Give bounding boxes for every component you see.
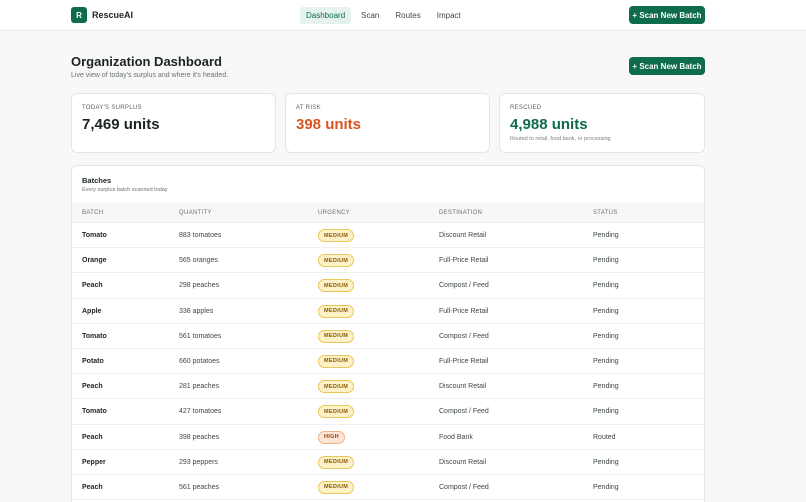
batch-name: Peach (82, 383, 103, 391)
header-scan-new-batch-button[interactable]: + Scan New Batch (629, 6, 705, 24)
stat-label: TODAY'S SURPLUS (82, 105, 142, 111)
batch-destination: Discount Retail (439, 232, 487, 239)
table-header: BATCH QUANTITY URGENCY DESTINATION STATU… (72, 203, 704, 223)
table-body: Tomato 883 tomatoes MEDIUM Discount Retail P… (72, 223, 704, 501)
batch-quantity: 281 peaches (179, 383, 220, 391)
batch-status: Pending (593, 458, 619, 466)
urgency-badge: MEDIUM (318, 304, 355, 318)
batch-destination: Discount Retail (439, 458, 487, 466)
batch-destination: Compost / Feed (439, 282, 489, 290)
table-row[interactable]: Peach 281 peaches MEDIUM Discount Retail Pen… (72, 374, 704, 400)
urgency-badge: MEDIUM (318, 405, 355, 419)
batch-quantity: 336 apples (179, 307, 214, 315)
stat-note: Routed to retail, food bank, or processi… (510, 136, 611, 142)
column-header-status: STATUS (593, 210, 618, 216)
batch-quantity: 660 potatoes (179, 357, 220, 365)
column-header-quantity: QUANTITY (179, 210, 212, 216)
table-row[interactable]: Tomato 561 tomatoes MEDIUM Compost / Feed Pe… (72, 324, 704, 349)
batch-destination: Compost / Feed (439, 483, 489, 491)
batch-status: Pending (593, 307, 619, 315)
table-row[interactable]: Orange 565 oranges MEDIUM Full-Price Retail… (72, 248, 704, 274)
batch-status: Routed (593, 433, 616, 441)
urgency-badge: MEDIUM (318, 380, 355, 394)
panel-title: Batches (82, 176, 112, 185)
stat-label: RESCUED (510, 105, 542, 111)
nav-impact[interactable]: Impact (431, 7, 467, 24)
batch-status: Pending (593, 332, 619, 340)
stat-value: 7,469 units (82, 116, 160, 133)
logo-icon[interactable]: R (71, 7, 87, 23)
nav-routes[interactable]: Routes (389, 7, 426, 24)
batch-status: Pending (593, 257, 619, 265)
batch-quantity: 561 peaches (179, 483, 220, 491)
urgency-badge: MEDIUM (318, 229, 355, 242)
nav-dashboard[interactable]: Dashboard (300, 7, 352, 24)
main-nav: Dashboard Scan Routes Impact (300, 7, 467, 24)
batches-panel: Batches Every surplus batch scanned toda… (71, 165, 705, 502)
batch-name: Orange (82, 257, 107, 265)
table-row[interactable]: Peach 561 peaches MEDIUM Compost / Feed Pend… (72, 475, 704, 501)
batch-destination: Discount Retail (439, 383, 487, 391)
batch-name: Tomato (82, 332, 107, 340)
urgency-badge: MEDIUM (318, 279, 355, 293)
column-header-destination: DESTINATION (439, 210, 483, 216)
batch-destination: Full-Price Retail (439, 257, 489, 265)
batch-destination: Full-Price Retail (439, 357, 489, 365)
table-row[interactable]: Peach 298 peaches MEDIUM Compost / Feed Pend… (72, 273, 704, 299)
batch-quantity: 565 oranges (179, 257, 218, 265)
batch-destination: Food Bank (439, 433, 473, 441)
batch-quantity: 293 peppers (179, 458, 218, 466)
table-row[interactable]: Tomato 427 tomatoes MEDIUM Compost / Feed Pe… (72, 399, 704, 425)
urgency-badge: MEDIUM (318, 480, 355, 494)
nav-scan[interactable]: Scan (355, 7, 385, 24)
top-nav-bar: R RescueAI Dashboard Scan Routes Impact … (0, 0, 806, 31)
stat-value: 4,988 units (510, 116, 588, 133)
batch-destination: Compost / Feed (439, 408, 489, 416)
batch-name: Tomato (82, 408, 107, 416)
batch-status: Pending (593, 383, 619, 391)
batch-quantity: 883 tomatoes (179, 232, 222, 239)
urgency-badge: MEDIUM (318, 254, 355, 268)
app-name[interactable]: RescueAI (92, 10, 133, 20)
urgency-badge: MEDIUM (318, 354, 355, 368)
urgency-badge: HIGH (318, 430, 345, 444)
urgency-badge: MEDIUM (318, 329, 355, 343)
batch-quantity: 298 peaches (179, 282, 220, 290)
table-row[interactable]: Pepper 293 peppers MEDIUM Discount Retail Pe… (72, 450, 704, 475)
batch-name: Pepper (82, 458, 106, 466)
table-row[interactable]: Tomato 883 tomatoes MEDIUM Discount Retail P… (72, 223, 704, 249)
batch-name: Peach (82, 282, 103, 290)
panel-subtitle: Every surplus batch scanned today (82, 187, 168, 193)
batch-name: Peach (82, 433, 103, 441)
table-row[interactable]: Potato 660 potatoes MEDIUM Full-Price Retai… (72, 349, 704, 375)
batch-name: Tomato (82, 232, 107, 239)
batch-quantity: 398 peaches (179, 433, 220, 441)
batch-quantity: 427 tomatoes (179, 408, 222, 416)
batch-name: Apple (82, 307, 102, 315)
batch-status: Pending (593, 408, 619, 416)
batch-status: Pending (593, 483, 619, 491)
stat-card-at-risk: AT RISK 398 units (285, 93, 490, 153)
page-title: Organization Dashboard (71, 54, 222, 69)
batch-name: Peach (82, 483, 103, 491)
column-header-batch: BATCH (82, 210, 104, 216)
stat-card-rescued: RESCUED 4,988 units Routed to retail, fo… (499, 93, 705, 153)
batch-destination: Compost / Feed (439, 332, 489, 340)
scan-new-batch-button[interactable]: + Scan New Batch (629, 57, 705, 75)
batch-name: Potato (82, 357, 104, 365)
stat-label: AT RISK (296, 105, 321, 111)
page-subtitle: Live view of today's surplus and where i… (71, 72, 229, 79)
urgency-badge: MEDIUM (318, 455, 355, 469)
stat-card-surplus: TODAY'S SURPLUS 7,469 units (71, 93, 276, 153)
stat-value: 398 units (296, 116, 362, 133)
table-row[interactable]: Peach 398 peaches HIGH Food Bank Routed (72, 425, 704, 450)
column-header-urgency: URGENCY (318, 210, 351, 216)
batch-status: Pending (593, 232, 619, 239)
batch-destination: Full-Price Retail (439, 307, 489, 315)
batch-status: Pending (593, 282, 619, 290)
batch-quantity: 561 tomatoes (179, 332, 222, 340)
batch-status: Pending (593, 357, 619, 365)
table-row[interactable]: Apple 336 apples MEDIUM Full-Price Retail Pe… (72, 299, 704, 324)
